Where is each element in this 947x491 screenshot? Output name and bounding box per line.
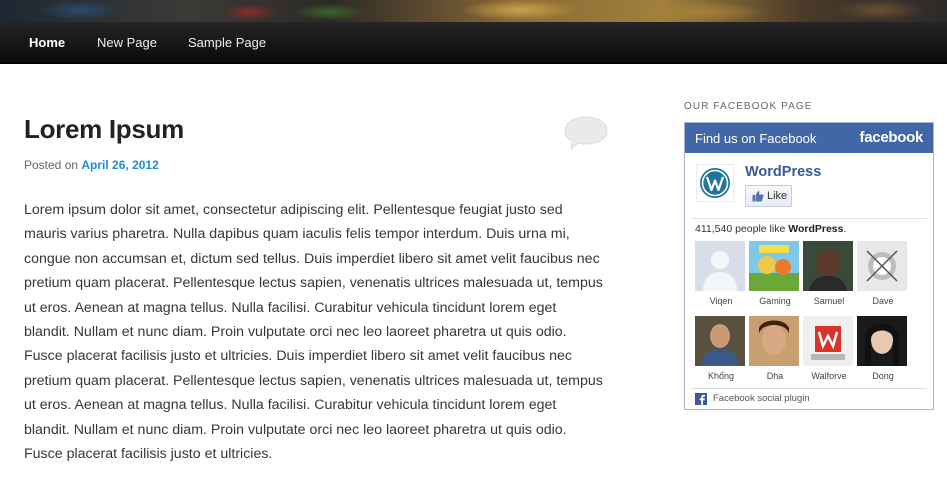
- nav-item-new-page[interactable]: New Page: [97, 22, 157, 64]
- fb-like-button[interactable]: Like: [745, 185, 792, 207]
- widget-title: Our Facebook Page: [684, 101, 813, 112]
- fan-name: Dha: [766, 371, 784, 381]
- fb-like-count-suffix: .: [843, 223, 847, 235]
- header-banner-image: [0, 0, 947, 22]
- fb-fan-item[interactable]: Walforve: [803, 316, 855, 381]
- fan-name: Khổng: [707, 371, 735, 381]
- wordpress-logo-icon[interactable]: [696, 164, 734, 202]
- thumbs-up-icon: [752, 191, 764, 202]
- fb-fan-item[interactable]: Gaming: [749, 241, 801, 306]
- fb-page-name-link[interactable]: WordPress: [745, 164, 821, 180]
- fb-fan-item[interactable]: Dong: [857, 316, 909, 381]
- main-navigation: Home New Page Sample Page: [0, 22, 947, 64]
- post-content: Lorem ipsum dolor sit amet, consectetur …: [24, 202, 603, 463]
- fb-footer-divider: [691, 388, 927, 389]
- facebook-like-box: Find us on Facebook facebook WordPress L…: [684, 122, 934, 410]
- fan-avatar: [857, 316, 907, 366]
- fan-avatar: [749, 316, 799, 366]
- comment-bubble-icon[interactable]: [563, 114, 609, 152]
- fan-avatar: [803, 241, 853, 291]
- fb-like-count-text: 411,540 people like: [695, 223, 786, 235]
- fan-avatar: [695, 316, 745, 366]
- fb-fan-item[interactable]: Dha: [749, 316, 801, 381]
- fan-name: Dong: [872, 371, 894, 381]
- post-date-link[interactable]: April 26, 2012: [81, 158, 158, 172]
- fb-like-count-page[interactable]: WordPress: [788, 223, 843, 235]
- facebook-logo-icon[interactable]: facebook: [860, 129, 924, 146]
- fb-like-count: 411,540 people like WordPress.: [695, 223, 925, 235]
- post-meta: Posted on April 26, 2012: [24, 158, 159, 172]
- fb-fan-item[interactable]: Dave: [857, 241, 909, 306]
- fan-avatar: [803, 316, 853, 366]
- posted-on-label: Posted on: [24, 158, 79, 172]
- fan-name: Gaming: [759, 296, 791, 306]
- fb-fan-item[interactable]: Viqen: [695, 241, 747, 306]
- fan-name: Viqen: [709, 296, 733, 306]
- fb-header: Find us on Facebook facebook: [685, 123, 933, 153]
- facebook-f-icon[interactable]: [695, 393, 707, 405]
- post-title[interactable]: Lorem Ipsum: [24, 114, 184, 145]
- fan-avatar: [749, 241, 799, 291]
- fb-header-title[interactable]: Find us on Facebook: [695, 131, 816, 146]
- fan-avatar: [857, 241, 907, 291]
- nav-item-home[interactable]: Home: [29, 22, 65, 64]
- fan-name: Dave: [872, 296, 894, 306]
- fan-name: Samuel: [813, 296, 845, 306]
- fan-name: Walforve: [811, 371, 847, 381]
- fb-like-label: Like: [767, 190, 788, 202]
- fb-fan-item[interactable]: Khổng: [695, 316, 747, 381]
- fb-divider: [691, 218, 927, 219]
- fb-footer-label[interactable]: Facebook social plugin: [713, 393, 810, 404]
- fan-avatar: [695, 241, 745, 291]
- nav-item-sample-page[interactable]: Sample Page: [188, 22, 266, 64]
- fb-fan-item[interactable]: Samuel: [803, 241, 855, 306]
